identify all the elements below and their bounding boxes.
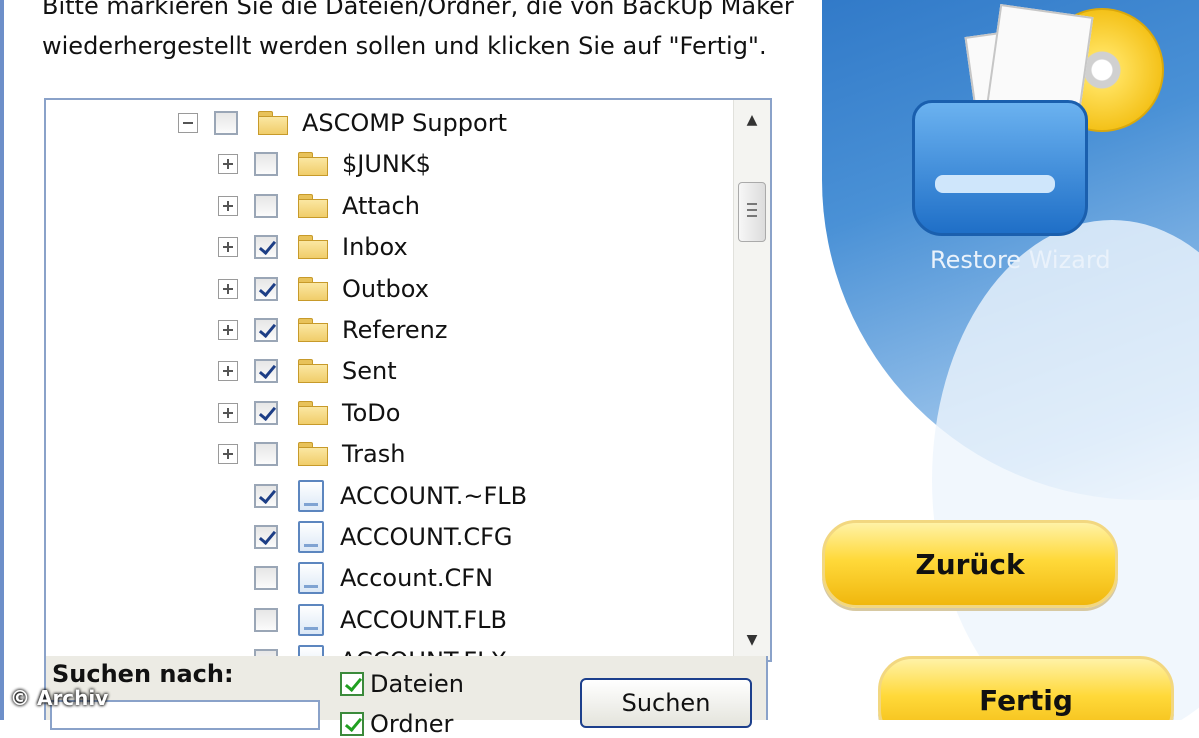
item-checkbox[interactable] xyxy=(254,318,278,342)
file-icon xyxy=(298,479,324,512)
item-checkbox[interactable] xyxy=(254,483,278,508)
tree-item-label: Trash xyxy=(342,440,406,469)
option-folders[interactable]: Ordner xyxy=(340,710,453,738)
scroll-thumb[interactable] xyxy=(738,182,766,242)
tree-row[interactable]: ACCOUNT.~FLB xyxy=(218,477,527,515)
folder-icon xyxy=(298,193,328,218)
tree-item-label: Outbox xyxy=(342,274,429,303)
item-checkbox[interactable] xyxy=(254,566,278,591)
hard-drive-icon xyxy=(912,100,1088,236)
option-files[interactable]: Dateien xyxy=(340,670,464,698)
expand-plus-icon[interactable] xyxy=(218,320,238,340)
tree-row[interactable]: Sent xyxy=(218,352,397,390)
tree-row[interactable]: Attach xyxy=(218,187,420,225)
finish-button[interactable]: Fertig xyxy=(878,656,1174,720)
grip-line xyxy=(747,215,757,217)
folder-icon xyxy=(298,235,328,260)
folders-option-label: Ordner xyxy=(370,710,454,738)
file-icon xyxy=(298,562,324,595)
grip-line xyxy=(747,203,757,205)
expand-plus-icon[interactable] xyxy=(218,402,238,423)
tree-item-label: ACCOUNT.~FLB xyxy=(340,481,528,510)
wizard-title: Restore Wizard xyxy=(930,246,1111,274)
item-checkbox[interactable] xyxy=(254,152,278,177)
folders-checkbox[interactable] xyxy=(340,712,364,736)
tree-item-label: Attach xyxy=(342,191,420,220)
folder-icon xyxy=(298,152,328,177)
tree-row[interactable]: Inbox xyxy=(218,228,408,266)
expand-plus-icon[interactable] xyxy=(218,154,238,175)
back-button[interactable]: Zurück xyxy=(822,520,1118,608)
search-label: Suchen nach: xyxy=(52,660,234,688)
files-checkbox[interactable] xyxy=(340,672,364,696)
instruction-text: Bitte markieren Sie die Dateien/Ordner, … xyxy=(42,0,794,60)
tree-item-label: Inbox xyxy=(342,233,408,262)
item-checkbox[interactable] xyxy=(254,235,278,260)
expand-plus-icon[interactable] xyxy=(218,444,238,465)
file-tree[interactable]: ASCOMP Support $JUNK$ Attach Inbox Outbox Ref… xyxy=(44,98,772,662)
item-checkbox[interactable] xyxy=(254,276,278,301)
folder-icon xyxy=(298,442,328,467)
file-icon xyxy=(298,521,324,553)
drive-slot xyxy=(935,175,1055,193)
folder-icon xyxy=(298,400,328,425)
scroll-up-arrow-icon[interactable]: ▲ xyxy=(734,100,770,140)
collapse-minus-icon[interactable] xyxy=(178,113,198,133)
tree-row[interactable]: Trash xyxy=(218,435,405,473)
window-left-border xyxy=(0,0,4,720)
tree-row[interactable]: ACCOUNT.FLB xyxy=(218,601,507,639)
expand-plus-icon[interactable] xyxy=(218,237,238,258)
tree-row[interactable]: Outbox xyxy=(218,270,429,308)
tree-row[interactable]: Referenz xyxy=(218,311,448,349)
tree-item-label: ACCOUNT.CFG xyxy=(340,523,513,551)
grip-line xyxy=(747,209,757,211)
tree-scrollbar[interactable]: ▲ ▼ xyxy=(733,100,770,660)
folder-icon xyxy=(258,111,288,135)
folder-icon xyxy=(298,359,328,384)
file-icon xyxy=(298,603,324,636)
search-panel: Suchen nach: Dateien Ordner Suchen xyxy=(44,656,768,738)
tree-row[interactable]: ToDo xyxy=(218,394,400,432)
item-checkbox[interactable] xyxy=(254,400,278,425)
tree-row[interactable]: $JUNK$ xyxy=(218,145,431,183)
tree-item-label: Referenz xyxy=(342,316,448,344)
tree-item-label: Account.CFN xyxy=(340,564,494,593)
wizard-side-panel: Restore Wizard Zurück Fertig xyxy=(822,0,1199,720)
scroll-down-arrow-icon[interactable]: ▼ xyxy=(734,620,770,660)
item-checkbox[interactable] xyxy=(254,607,278,632)
tree-item-label: ToDo xyxy=(342,398,401,427)
item-checkbox[interactable] xyxy=(214,111,238,135)
expand-plus-icon[interactable] xyxy=(218,361,238,382)
folder-icon xyxy=(298,276,328,301)
expand-plus-icon[interactable] xyxy=(218,195,238,216)
copyright-watermark: © Archiv xyxy=(10,686,109,710)
files-option-label: Dateien xyxy=(370,670,465,698)
tree-item-label: $JUNK$ xyxy=(342,150,431,179)
tree-item-label: ASCOMP Support xyxy=(302,109,507,137)
item-checkbox[interactable] xyxy=(254,359,278,384)
folder-icon xyxy=(298,318,328,342)
item-checkbox[interactable] xyxy=(254,193,278,218)
item-checkbox[interactable] xyxy=(254,525,278,549)
tree-item-label: ACCOUNT.FLB xyxy=(340,605,508,634)
tree-row[interactable]: ACCOUNT.CFG xyxy=(218,518,513,556)
search-button[interactable]: Suchen xyxy=(580,678,752,728)
tree-row[interactable]: Account.CFN xyxy=(218,559,493,597)
item-checkbox[interactable] xyxy=(254,442,278,467)
tree-root-row[interactable]: ASCOMP Support xyxy=(178,104,507,142)
expand-plus-icon[interactable] xyxy=(218,278,238,299)
tree-item-label: Sent xyxy=(342,357,397,386)
